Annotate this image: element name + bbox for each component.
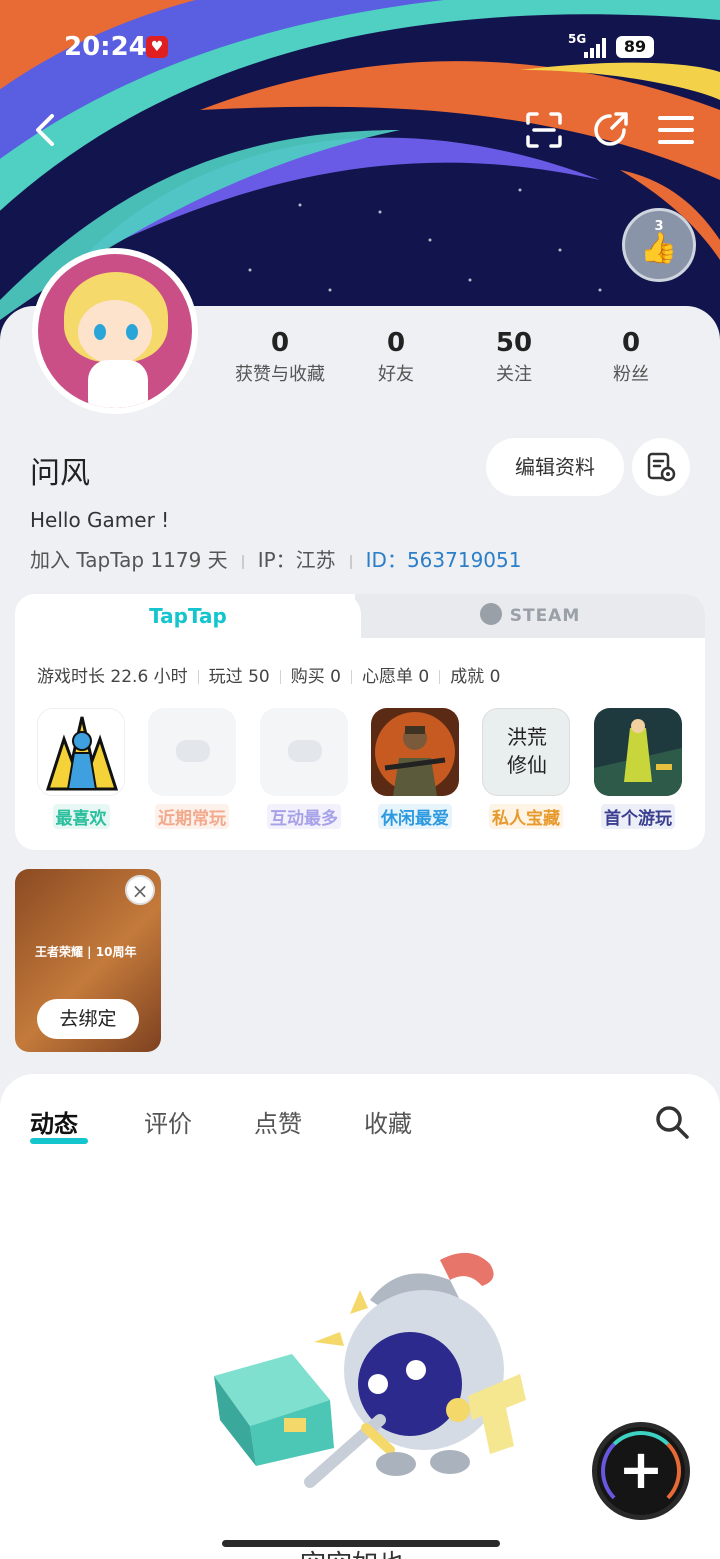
thumbs-up-icon: 👍 <box>640 231 678 266</box>
stat-label: 获赞与收藏 <box>235 364 325 385</box>
level-badge[interactable]: 3 👍 <box>622 208 696 282</box>
game-icon <box>37 708 125 796</box>
user-id[interactable]: ID：563719051 <box>366 548 522 572</box>
document-settings-icon <box>647 452 676 482</box>
profile-stats: 0 获赞与收藏 0 好友 50 关注 0 粉丝 <box>220 328 700 388</box>
status-time: 20:24 <box>64 32 147 62</box>
back-button[interactable] <box>26 110 66 150</box>
game-icon-text: 洪荒 <box>507 725 547 749</box>
game-icon <box>594 708 682 796</box>
game-casual[interactable]: 休闲最爱 <box>371 708 459 829</box>
game-tag: 首个游玩 <box>601 804 675 829</box>
stat-label: 粉丝 <box>613 364 649 385</box>
tab-steam-label: STEAM <box>509 606 581 626</box>
game-interactive[interactable]: 互动最多 <box>260 708 348 829</box>
tab-taptap[interactable]: TapTap <box>15 594 361 638</box>
profile-name: 问风 <box>30 456 90 491</box>
share-icon <box>594 112 628 146</box>
game-tag: 互动最多 <box>267 804 341 829</box>
search-icon <box>656 1106 689 1139</box>
purchased-count[interactable]: 购买 0 <box>291 667 341 687</box>
scan-button[interactable] <box>524 110 564 150</box>
empty-state-illustration <box>214 1252 526 1488</box>
join-days: 加入 TapTap 1179 天 <box>30 548 228 572</box>
tab-steam[interactable]: STEAM <box>355 594 705 638</box>
stat-label: 关注 <box>496 364 532 385</box>
tab-reviews[interactable]: 评价 <box>144 1104 192 1139</box>
home-indicator <box>222 1540 500 1547</box>
menu-icon <box>658 116 694 144</box>
share-button[interactable] <box>590 110 630 150</box>
stat-friends[interactable]: 0 好友 <box>336 328 456 386</box>
stat-value: 0 <box>621 328 641 358</box>
gamepad-placeholder-icon <box>148 708 236 796</box>
stat-likes[interactable]: 0 获赞与收藏 <box>220 328 340 386</box>
active-tab-indicator <box>30 1138 88 1144</box>
game-showcase: 最喜欢 近期常玩 互动最多 休闲最爱 洪荒 修仙 私人宝藏 首个游玩 <box>37 708 697 832</box>
menu-button[interactable] <box>656 110 696 150</box>
game-tag: 休闲最爱 <box>378 804 452 829</box>
tab-collections[interactable]: 收藏 <box>364 1104 412 1139</box>
avatar[interactable] <box>32 248 198 414</box>
played-count[interactable]: 玩过 50 <box>209 667 270 687</box>
game-tag: 最喜欢 <box>52 804 110 829</box>
stat-label: 好友 <box>378 364 414 385</box>
signal-icon <box>584 38 608 58</box>
bind-button[interactable]: 去绑定 <box>37 999 139 1039</box>
battery-indicator: 89 <box>616 36 654 58</box>
ip-location: IP：江苏 <box>257 548 336 572</box>
profile-meta: 加入 TapTap 1179 天 IP：江苏 ID：563719051 <box>30 544 521 573</box>
plus-icon: + <box>618 1438 664 1501</box>
gamepad-placeholder-icon <box>260 708 348 796</box>
tab-likes[interactable]: 点赞 <box>254 1104 302 1139</box>
steam-icon <box>479 603 502 625</box>
game-favorite[interactable]: 最喜欢 <box>37 708 125 829</box>
profile-bio: Hello Gamer ! <box>30 508 170 532</box>
profile-settings-button[interactable] <box>632 438 690 496</box>
stat-value: 0 <box>270 328 290 358</box>
achievement-count[interactable]: 成就 0 <box>450 667 500 687</box>
bind-brand-logo: 王者荣耀 | 10周年 <box>35 945 137 959</box>
game-tag: 近期常玩 <box>155 804 229 829</box>
edit-profile-button[interactable]: 编辑资料 <box>486 438 624 496</box>
game-hidden-gem[interactable]: 洪荒 修仙 私人宝藏 <box>482 708 570 829</box>
game-icon: 洪荒 修仙 <box>482 708 570 796</box>
wishlist-count[interactable]: 心愿单 0 <box>362 667 429 687</box>
tab-moments[interactable]: 动态 <box>30 1104 88 1144</box>
search-button[interactable] <box>654 1104 690 1140</box>
scan-icon <box>526 112 562 148</box>
close-icon[interactable]: × <box>125 875 155 905</box>
notification-icon: ♥ <box>146 36 168 58</box>
stat-followers[interactable]: 0 粉丝 <box>571 328 691 386</box>
stat-value: 0 <box>386 328 406 358</box>
game-stats: 游戏时长 22.6 小时 玩过 50 购买 0 心愿单 0 成就 0 <box>37 662 500 687</box>
game-record-card: STEAM TapTap 游戏时长 22.6 小时 玩过 50 购买 0 心愿单 0 成… <box>15 594 705 850</box>
game-first[interactable]: 首个游玩 <box>594 708 682 829</box>
stat-following[interactable]: 50 关注 <box>454 328 574 386</box>
status-bar: 20:24 ♥ 5G 89 <box>0 30 720 66</box>
game-icon <box>371 708 459 796</box>
create-post-button[interactable]: + <box>592 1422 690 1520</box>
game-tag: 私人宝藏 <box>489 804 563 829</box>
game-recent[interactable]: 近期常玩 <box>148 708 236 829</box>
playtime[interactable]: 游戏时长 22.6 小时 <box>37 667 188 687</box>
stat-value: 50 <box>495 328 533 358</box>
game-icon-text: 修仙 <box>507 753 547 777</box>
tab-label: 动态 <box>30 1110 78 1138</box>
back-icon <box>36 114 54 146</box>
bind-account-card[interactable]: 王者荣耀 | 10周年 × 去绑定 <box>15 869 161 1052</box>
